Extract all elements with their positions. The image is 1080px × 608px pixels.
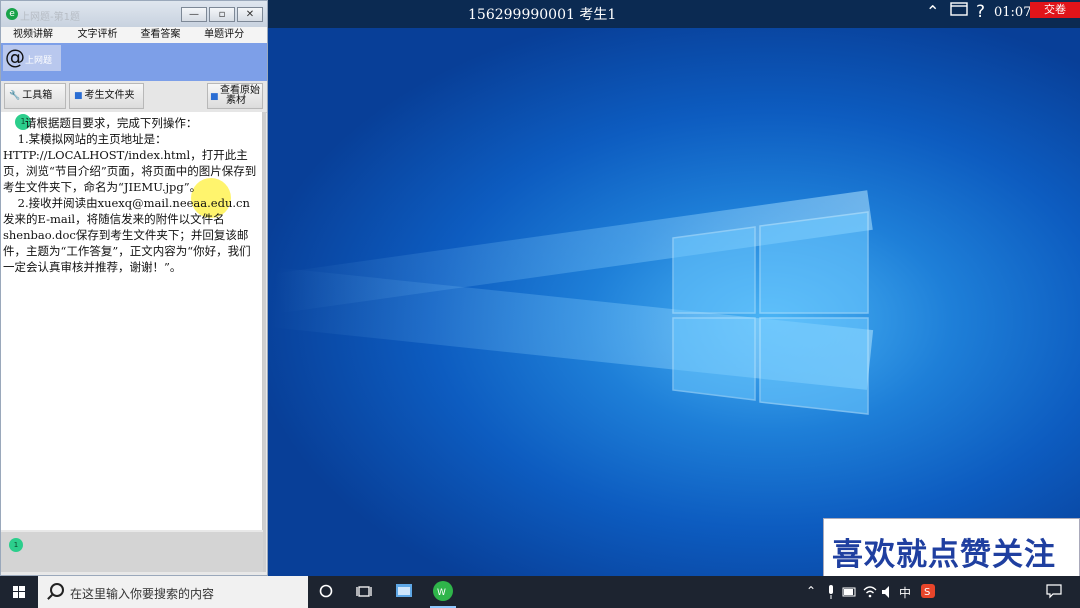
menu-score-question[interactable]: 单题评分(P) [204, 27, 255, 56]
ime-indicator[interactable]: 中 [899, 584, 911, 601]
battery-icon[interactable] [842, 584, 858, 603]
volume-icon[interactable] [880, 584, 896, 603]
window-icon[interactable] [950, 1, 968, 21]
cortana-icon[interactable] [319, 583, 333, 602]
banner-text: 喜欢就点赞关注 [832, 537, 1056, 573]
sogou-ime-icon[interactable]: S [920, 583, 936, 602]
help-icon[interactable]: ? [976, 2, 985, 22]
start-button[interactable] [0, 576, 38, 608]
taskbar: 在这里输入你要搜索的内容 W ⌃ 中 S [0, 576, 1080, 608]
student-folder-label: 考生文件夹 [84, 90, 135, 101]
window-scroll-edge [263, 112, 266, 572]
wifi-icon[interactable] [862, 584, 878, 603]
exam-top-bar: 156299990001 考生1 ⌃ ? 01:07 交卷 [268, 0, 1080, 28]
microphone-icon[interactable] [826, 584, 836, 603]
question-text: 请根据题目要求，完成下列操作： 1.某模拟网站的主页地址是： HTTP://LO… [3, 116, 257, 274]
folder-icon: ■ [74, 91, 83, 101]
view-source-label-2: 素材 [226, 95, 246, 106]
menu-text-analysis[interactable]: 文字评析(Y) [77, 27, 128, 56]
search-icon [50, 583, 64, 597]
question-text-area[interactable]: 1 请根据题目要求，完成下列操作： 1.某模拟网站的主页地址是： HTTP://… [1, 112, 263, 530]
view-source-button[interactable]: ■ 查看原始 素材 [207, 83, 263, 109]
taskbar-search-box[interactable]: 在这里输入你要搜索的内容 [38, 576, 308, 608]
close-button[interactable]: ✕ [237, 7, 263, 22]
toolbox-button[interactable]: 🔧 工具箱 [4, 83, 66, 109]
exam-candidate-info: 156299990001 考生1 [468, 7, 617, 23]
like-follow-banner: 喜欢就点赞关注 [823, 518, 1080, 578]
answer-number-badge: 1 [9, 538, 23, 552]
menu-view-answer[interactable]: 查看答案(A) [140, 27, 192, 56]
menu-video-explain[interactable]: 视频讲解(D) [13, 27, 65, 56]
toolbox-label: 工具箱 [22, 90, 53, 101]
at-sign-icon: @ [5, 45, 25, 69]
exam-timer: 01:07 [994, 5, 1032, 20]
wrench-icon: 🔧 [9, 91, 21, 101]
answer-area[interactable]: 1 [1, 532, 263, 572]
student-folder-button[interactable]: ■ 考生文件夹 [69, 83, 144, 109]
logo-band: @ 上网题 [1, 43, 267, 81]
exam-app-icon[interactable]: W [432, 580, 454, 605]
notification-icon[interactable] [1046, 583, 1062, 602]
app-logo-icon: e [6, 8, 18, 20]
menu-bar: 视频讲解(D) 文字评析(Y) 查看答案(A) 单题评分(P) [1, 27, 267, 56]
tool-bar: 🔧 工具箱 ■ 考生文件夹 ■ 查看原始 素材 [1, 81, 267, 113]
tray-chevron-up-icon[interactable]: ⌃ [806, 584, 816, 598]
minimize-button[interactable]: — [181, 7, 207, 22]
svg-text:S: S [924, 587, 930, 598]
windows-start-icon [13, 586, 25, 598]
document-icon: ■ [210, 92, 219, 102]
window-title: 上网题-第1题 [20, 12, 80, 23]
collapse-up-icon[interactable]: ⌃ [926, 2, 939, 21]
logo-label: 上网题 [25, 56, 53, 66]
task-view-icon[interactable] [356, 584, 372, 603]
search-placeholder: 在这里输入你要搜索的内容 [70, 587, 215, 601]
svg-text:W: W [437, 588, 446, 598]
submit-exam-button[interactable]: 交卷 [1030, 2, 1080, 18]
window-titlebar[interactable]: e 上网题-第1题 — ▫ ✕ [1, 1, 267, 27]
app-window-icon[interactable] [395, 582, 413, 603]
internet-question-logo: @ 上网题 [3, 45, 61, 71]
maximize-button[interactable]: ▫ [209, 7, 235, 22]
